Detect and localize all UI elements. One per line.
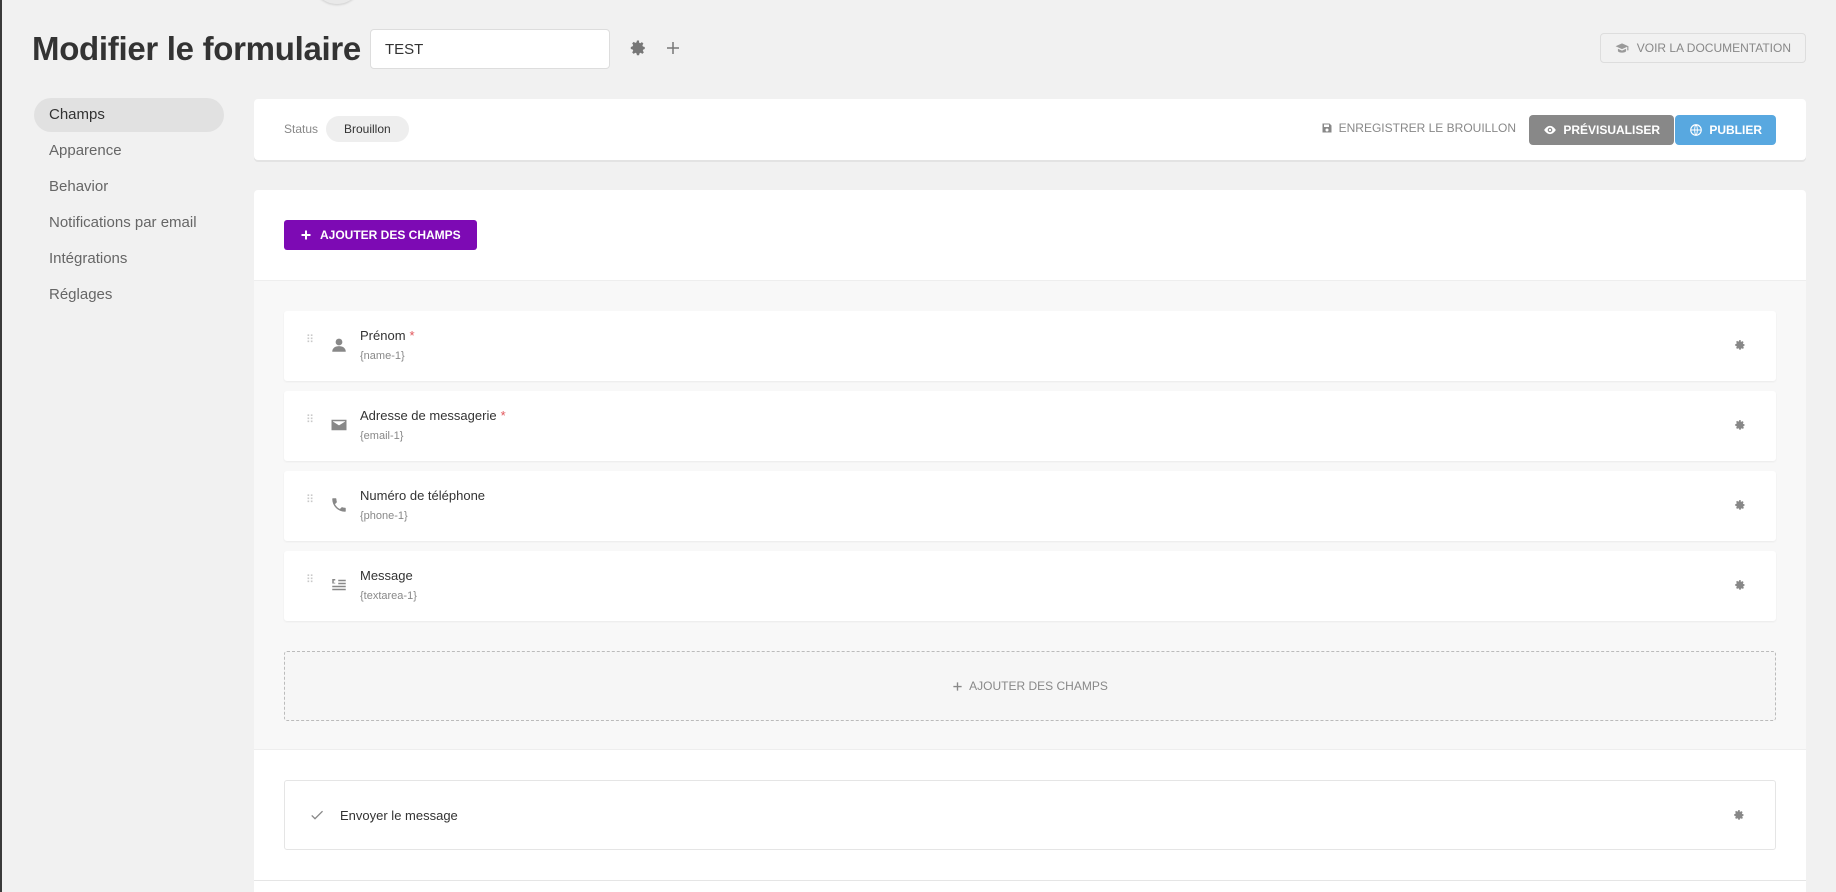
required-marker: *	[409, 328, 415, 343]
drag-handle-icon[interactable]: ⠿	[306, 335, 316, 346]
add-fields-label: AJOUTER DES CHAMPS	[320, 228, 461, 242]
page-title: Modifier le formulaire	[32, 30, 361, 67]
field-settings-gear-icon[interactable]	[1734, 419, 1746, 431]
save-draft-button[interactable]: ENREGISTRER LE BROUILLON	[1321, 121, 1516, 135]
submit-settings-gear-icon[interactable]	[1733, 809, 1745, 821]
sidebar: Champs Apparence Behavior Notifications …	[34, 98, 224, 314]
gear-icon[interactable]	[629, 39, 647, 57]
status-bar: Status Brouillon ENREGISTRER LE BROUILLO…	[254, 99, 1806, 160]
field-label: Numéro de téléphone	[360, 488, 486, 503]
documentation-button[interactable]: VOIR LA DOCUMENTATION	[1599, 33, 1806, 63]
sidebar-item-integrations[interactable]: Intégrations	[34, 242, 224, 276]
field-settings-gear-icon[interactable]	[1734, 339, 1746, 351]
textarea-icon	[330, 576, 348, 594]
publish-label: PUBLIER	[1709, 123, 1762, 137]
add-fields-dropzone[interactable]: AJOUTER DES CHAMPS	[284, 651, 1776, 721]
field-settings-gear-icon[interactable]	[1734, 579, 1746, 591]
save-draft-label: ENREGISTRER LE BROUILLON	[1338, 121, 1516, 135]
drag-handle-icon[interactable]: ⠿	[306, 415, 316, 426]
submit-label: Envoyer le message	[340, 808, 458, 823]
status-badge: Brouillon	[326, 116, 409, 142]
documentation-label: VOIR LA DOCUMENTATION	[1636, 41, 1791, 55]
drag-handle-icon[interactable]: ⠿	[306, 575, 316, 586]
preview-label: PRÉVISUALISER	[1563, 123, 1660, 137]
plus-icon	[300, 229, 312, 241]
field-row-message[interactable]: ⠿ Message {textarea-1}	[284, 551, 1776, 621]
add-fields-dropzone-label: AJOUTER DES CHAMPS	[969, 679, 1108, 693]
field-tag: {phone-1}	[360, 510, 408, 522]
eye-icon	[1543, 123, 1557, 137]
field-row-email[interactable]: ⠿ Adresse de messagerie * {email-1}	[284, 391, 1776, 461]
field-row-name[interactable]: ⠿ Prénom * {name-1}	[284, 311, 1776, 381]
publish-button[interactable]: PUBLIER	[1675, 115, 1776, 145]
top-handle	[312, 0, 362, 4]
required-marker: *	[500, 408, 506, 423]
page-header: Modifier le formulaire VOIR LA DOCUMENTA…	[32, 28, 1806, 72]
envelope-icon	[330, 416, 348, 434]
user-icon	[330, 336, 348, 354]
drag-handle-icon[interactable]: ⠿	[306, 495, 316, 506]
status-label: Status	[284, 122, 319, 136]
graduation-cap-icon	[1615, 41, 1629, 55]
field-label: Message	[360, 568, 413, 583]
form-builder: AJOUTER DES CHAMPS ⠿ Prénom * {name-1} ⠿ …	[254, 190, 1806, 892]
field-settings-gear-icon[interactable]	[1734, 499, 1746, 511]
floppy-disk-icon	[1321, 122, 1333, 134]
field-tag: {email-1}	[360, 430, 404, 442]
phone-icon	[330, 496, 348, 514]
field-tag: {textarea-1}	[360, 590, 417, 602]
plus-icon	[952, 681, 963, 692]
submit-button-row[interactable]: Envoyer le message	[284, 780, 1776, 850]
preview-button[interactable]: PRÉVISUALISER	[1529, 115, 1674, 145]
add-fields-button[interactable]: AJOUTER DES CHAMPS	[284, 220, 477, 250]
check-icon	[309, 807, 325, 823]
fields-list: ⠿ Prénom * {name-1} ⠿ Adresse de messager…	[254, 280, 1806, 750]
sidebar-item-notifications[interactable]: Notifications par email	[34, 206, 224, 240]
globe-icon	[1689, 123, 1703, 137]
field-label: Adresse de messagerie *	[360, 408, 506, 423]
divider	[254, 880, 1806, 881]
field-row-phone[interactable]: ⠿ Numéro de téléphone {phone-1}	[284, 471, 1776, 541]
form-name-input[interactable]	[370, 29, 610, 69]
field-label: Prénom *	[360, 328, 415, 343]
plus-icon[interactable]	[664, 39, 682, 57]
sidebar-item-apparence[interactable]: Apparence	[34, 134, 224, 168]
sidebar-item-behavior[interactable]: Behavior	[34, 170, 224, 204]
field-tag: {name-1}	[360, 350, 405, 362]
sidebar-item-champs[interactable]: Champs	[34, 98, 224, 132]
sidebar-item-reglages[interactable]: Réglages	[34, 278, 224, 312]
